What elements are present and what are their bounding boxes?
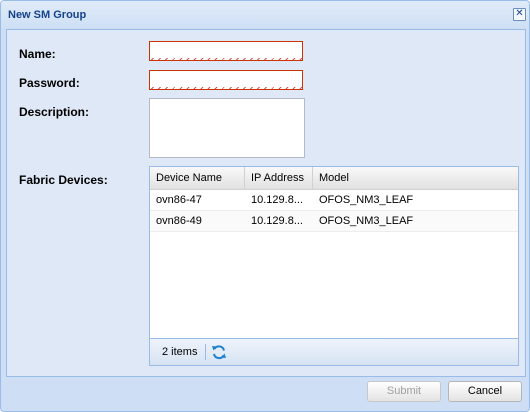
column-header-device-name[interactable]: Device Name — [150, 167, 245, 189]
name-field[interactable] — [149, 41, 303, 61]
name-label: Name: — [19, 47, 56, 61]
column-header-ip-address[interactable]: IP Address — [245, 167, 313, 189]
device-name-cell: ovn86-49 — [156, 215, 202, 227]
close-icon[interactable]: ✕ — [513, 8, 526, 21]
fabric-devices-label: Fabric Devices: — [19, 173, 108, 187]
form-panel: Name: Password: Description: Fabric Devi… — [6, 29, 526, 377]
submit-button[interactable]: Submit — [367, 381, 441, 402]
new-sm-group-dialog: New SM Group ✕ Name: Password: Descripti… — [0, 0, 530, 412]
table-row[interactable]: ovn86-49 10.129.8... OFOS_NM3_LEAF — [150, 211, 518, 232]
ip-address-cell: 10.129.8... — [251, 215, 303, 227]
device-name-cell: ovn86-47 — [156, 194, 202, 206]
grid-header: Device Name IP Address Model — [150, 167, 518, 190]
toolbar-separator — [205, 344, 206, 360]
table-row[interactable]: ovn86-47 10.129.8... OFOS_NM3_LEAF — [150, 190, 518, 211]
description-label: Description: — [19, 105, 90, 119]
fabric-devices-grid: Device Name IP Address Model ovn86-47 10… — [149, 166, 519, 366]
refresh-icon[interactable] — [211, 344, 227, 360]
ip-address-cell: 10.129.8... — [251, 194, 303, 206]
model-cell: OFOS_NM3_LEAF — [319, 215, 414, 227]
cancel-button[interactable]: Cancel — [448, 381, 522, 402]
column-header-model[interactable]: Model — [313, 167, 518, 189]
password-label: Password: — [19, 76, 80, 90]
password-field[interactable] — [149, 70, 303, 90]
description-field[interactable] — [149, 98, 305, 158]
item-count: 2 items — [162, 346, 198, 358]
paging-toolbar: 2 items — [150, 338, 518, 365]
dialog-titlebar[interactable]: New SM Group ✕ — [1, 1, 529, 29]
model-cell: OFOS_NM3_LEAF — [319, 194, 414, 206]
dialog-title: New SM Group — [8, 9, 87, 21]
